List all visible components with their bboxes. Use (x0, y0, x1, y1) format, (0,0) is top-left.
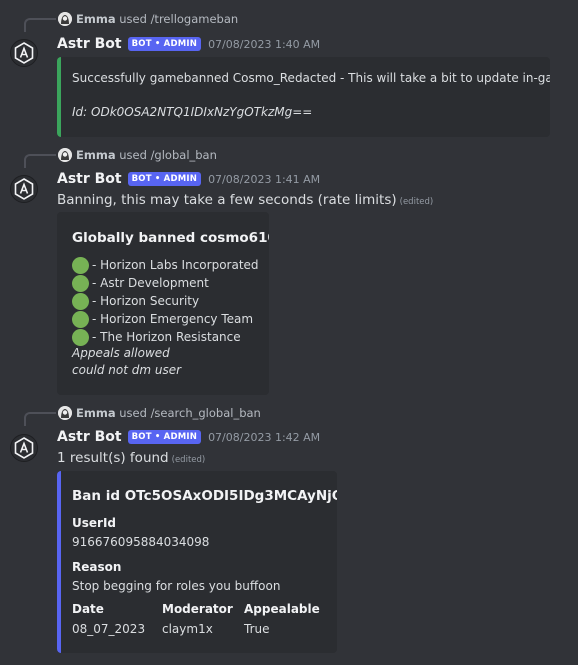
reply-username[interactable]: Emma (76, 406, 116, 420)
timestamp[interactable]: 07/08/2023 1:40 AM (208, 38, 320, 51)
bot-admin-badge: BOT • ADMIN (127, 430, 202, 444)
reply-spine (24, 18, 56, 32)
reply-spine (24, 412, 56, 426)
embed-description: Successfully gamebanned Cosmo_Redacted -… (72, 71, 550, 85)
reply-avatar-icon (58, 148, 72, 162)
author-name[interactable]: Astr Bot (57, 36, 122, 52)
server-item: - Horizon Emergency Team (72, 310, 259, 328)
message-text: Banning, this may take a few seconds (ra… (57, 192, 397, 208)
timestamp[interactable]: 07/08/2023 1:42 AM (208, 431, 320, 444)
message-text: 1 result(s) found (57, 450, 169, 466)
embed-accent-bar (57, 57, 61, 137)
server-label: - The Horizon Resistance (92, 330, 241, 344)
author-name[interactable]: Astr Bot (57, 429, 122, 445)
reply-username[interactable]: Emma (76, 12, 116, 26)
embed-card: Successfully gamebanned Cosmo_Redacted -… (57, 57, 550, 137)
date-value: 08_07_2023 (72, 622, 146, 636)
edited-label: (edited) (399, 197, 434, 207)
green-circle-icon (72, 328, 89, 346)
embed-accent-bar (57, 471, 61, 653)
message-content: Banning, this may take a few seconds (ra… (57, 192, 433, 208)
reply-command[interactable]: /trellogameban (151, 12, 239, 26)
appealable-value: True (244, 622, 270, 636)
green-circle-icon (72, 292, 89, 310)
green-circle-icon (72, 274, 89, 292)
bot-avatar-icon[interactable] (10, 434, 38, 462)
embed-card: Ban id OTc5OSAxODI5IDg3MCAyNjQ4 UserId 9… (57, 471, 337, 653)
moderator-label: Moderator (162, 602, 233, 616)
reply-spine (24, 154, 56, 168)
author-name[interactable]: Astr Bot (57, 171, 122, 187)
timestamp[interactable]: 07/08/2023 1:41 AM (208, 173, 320, 186)
reply-avatar-icon (58, 12, 72, 26)
reply-used-text: used (119, 406, 147, 420)
reply-username[interactable]: Emma (76, 148, 116, 162)
reply-used-text: used (119, 148, 147, 162)
reason-value: Stop begging for roles you buffoon (72, 579, 281, 593)
bot-admin-badge: BOT • ADMIN (127, 172, 202, 186)
embed-title: Globally banned cosmo6107 (72, 230, 269, 246)
server-list: - Horizon Labs Incorporated - Astr Devel… (72, 256, 259, 346)
edited-label: (edited) (171, 455, 206, 465)
server-label: - Horizon Labs Incorporated (92, 258, 259, 272)
reply-used-text: used (119, 12, 147, 26)
reply-command[interactable]: /search_global_ban (151, 406, 261, 420)
embed-card: Globally banned cosmo6107 - Horizon Labs… (57, 212, 269, 395)
green-circle-icon (72, 256, 89, 274)
message-content: 1 result(s) found (edited) (57, 450, 205, 466)
bot-avatar-icon[interactable] (10, 39, 38, 67)
date-label: Date (72, 602, 104, 616)
dm-note: could not dm user (72, 363, 182, 377)
userid-value: 916676095884034098 (72, 535, 210, 549)
server-item: - The Horizon Resistance (72, 328, 259, 346)
reply-command[interactable]: /global_ban (151, 148, 217, 162)
bot-avatar-icon[interactable] (10, 175, 38, 203)
reply-avatar-icon (58, 406, 72, 420)
embed-id-line: Id: ODk0OSA2NTQ1IDIxNzYgOTkzMg== (72, 105, 313, 119)
appeals-note: Appeals allowed (72, 346, 170, 360)
bot-admin-badge: BOT • ADMIN (127, 37, 202, 51)
server-label: - Horizon Emergency Team (92, 312, 254, 326)
userid-label: UserId (72, 516, 116, 530)
server-label: - Horizon Security (92, 294, 200, 308)
green-circle-icon (72, 310, 89, 328)
server-label: - Astr Development (92, 276, 209, 290)
server-item: - Horizon Security (72, 292, 259, 310)
moderator-value: claym1x (162, 622, 213, 636)
server-item: - Astr Development (72, 274, 259, 292)
appealable-label: Appealable (244, 602, 320, 616)
embed-title: Ban id OTc5OSAxODI5IDg3MCAyNjQ4 (72, 488, 337, 504)
reason-label: Reason (72, 560, 122, 574)
server-item: - Horizon Labs Incorporated (72, 256, 259, 274)
